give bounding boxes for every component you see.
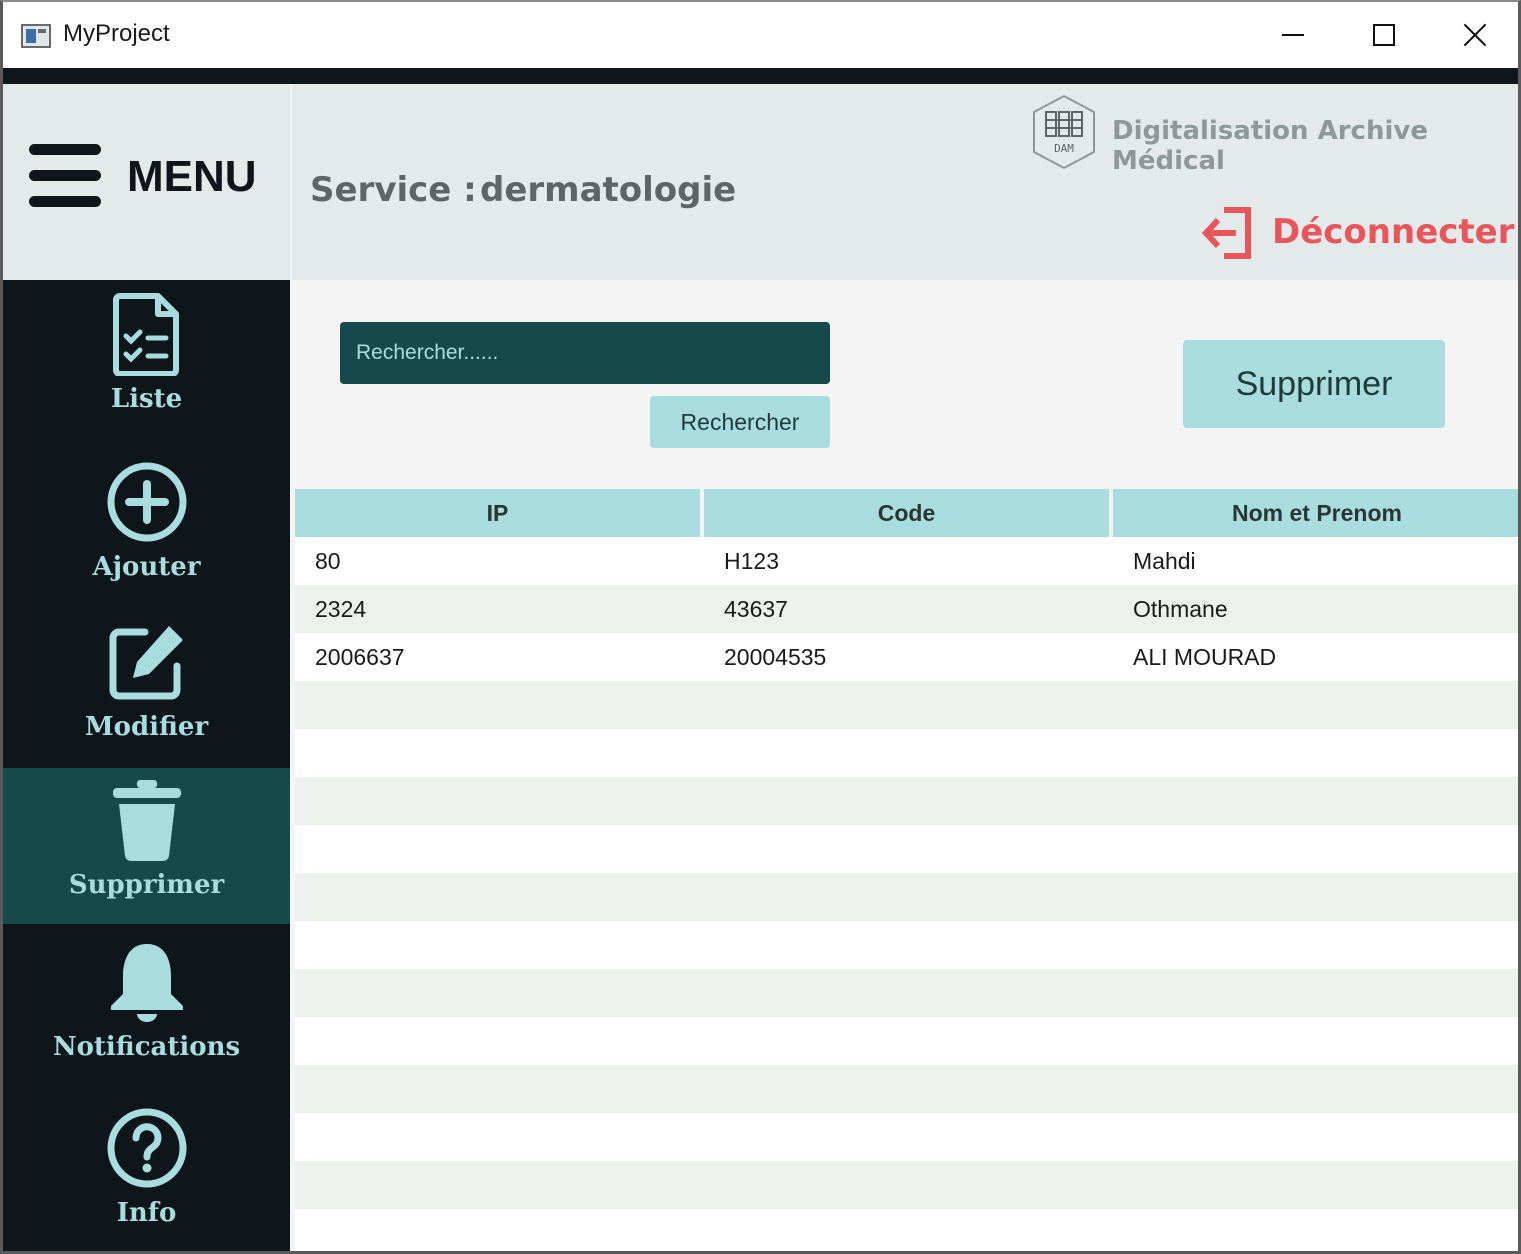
table-row[interactable]: 80 H123 Mahdi [295, 537, 1518, 585]
table-header: IP Code Nom et Prenom [295, 489, 1518, 537]
cell-nom: Othmane [1133, 595, 1228, 622]
service-value: dermatologie [480, 170, 737, 210]
app-window: MyProject MENU Liste Ajouter Modifier Su… [0, 0, 1521, 1254]
close-icon [1463, 23, 1487, 47]
maximize-button[interactable] [1339, 2, 1429, 68]
sidebar-item-label: Liste [110, 384, 183, 414]
sidebar-item-modifier[interactable]: Modifier [3, 620, 290, 780]
sidebar-item-info[interactable]: Info [3, 1106, 290, 1251]
table-row[interactable]: 2006637 20004535 ALI MOURAD [295, 633, 1518, 681]
cell-code: 20004535 [724, 643, 827, 670]
empty-row [295, 1161, 1518, 1209]
logout-icon[interactable] [1200, 206, 1258, 260]
column-header-nom[interactable]: Nom et Prenom [1113, 489, 1518, 537]
sidebar: MENU Liste Ajouter Modifier Supprimer No… [3, 84, 290, 1251]
empty-row [295, 825, 1518, 873]
minimize-button[interactable] [1248, 2, 1338, 68]
brand-name: Digitalisation Archive Médical [1112, 116, 1428, 176]
brand-logo: DAM [1033, 94, 1095, 170]
column-header-code[interactable]: Code [704, 489, 1109, 537]
menu-header: MENU [3, 84, 290, 280]
empty-row [295, 921, 1518, 969]
column-header-ip[interactable]: IP [295, 489, 700, 537]
empty-row [295, 873, 1518, 921]
sidebar-item-ajouter[interactable]: Ajouter [3, 460, 290, 620]
service-label: Service : [310, 170, 477, 210]
hamburger-menu-icon[interactable] [29, 144, 101, 207]
empty-row [295, 1209, 1518, 1251]
app-icon [21, 24, 51, 48]
page-header: Service : dermatologie DAM Digitalisatio… [292, 84, 1518, 280]
title-bar: MyProject [3, 2, 1518, 68]
cell-ip: 2324 [315, 595, 367, 622]
edit-icon [105, 620, 189, 704]
cell-code: H123 [724, 547, 779, 574]
patients-table: IP Code Nom et Prenom 80 H123 Mahdi 2324… [295, 489, 1518, 1251]
title-separator [3, 68, 1518, 84]
question-circle-icon [105, 1106, 189, 1190]
empty-row [295, 1017, 1518, 1065]
sidebar-item-label: Notifications [52, 1032, 241, 1062]
delete-button[interactable]: Supprimer [1183, 340, 1445, 428]
sidebar-item-label: Ajouter [92, 552, 201, 582]
search-input[interactable] [340, 322, 830, 384]
menu-label: MENU [127, 152, 257, 201]
cell-code: 43637 [724, 595, 788, 622]
main-content: Rechercher Supprimer IP Code Nom et Pren… [292, 280, 1518, 1251]
window-title: MyProject [63, 20, 170, 47]
sidebar-item-supprimer[interactable]: Supprimer [3, 768, 290, 924]
empty-row [295, 969, 1518, 1017]
empty-row [295, 681, 1518, 729]
sidebar-item-label: Supprimer [68, 870, 225, 900]
sidebar-item-label: Modifier [84, 712, 209, 742]
plus-circle-icon [105, 460, 189, 544]
close-button[interactable] [1430, 2, 1518, 68]
table-row[interactable]: 2324 43637 Othmane [295, 585, 1518, 633]
bell-icon [105, 940, 189, 1024]
checklist-document-icon [105, 292, 189, 376]
sidebar-item-label: Info [116, 1198, 177, 1228]
cell-nom: Mahdi [1133, 547, 1196, 574]
cell-ip: 2006637 [315, 643, 405, 670]
empty-row [295, 1113, 1518, 1161]
empty-row [295, 729, 1518, 777]
cell-ip: 80 [315, 547, 341, 574]
empty-row [295, 1065, 1518, 1113]
trash-icon [105, 778, 189, 862]
logo-text: DAM [1054, 142, 1074, 155]
search-button[interactable]: Rechercher [650, 396, 830, 448]
empty-row [295, 777, 1518, 825]
sidebar-item-notifications[interactable]: Notifications [3, 940, 290, 1100]
cell-nom: ALI MOURAD [1133, 643, 1277, 670]
maximize-icon [1373, 24, 1395, 46]
minimize-icon [1282, 34, 1304, 36]
logout-button[interactable]: Déconnecter [1272, 212, 1515, 252]
sidebar-item-liste[interactable]: Liste [3, 292, 290, 452]
